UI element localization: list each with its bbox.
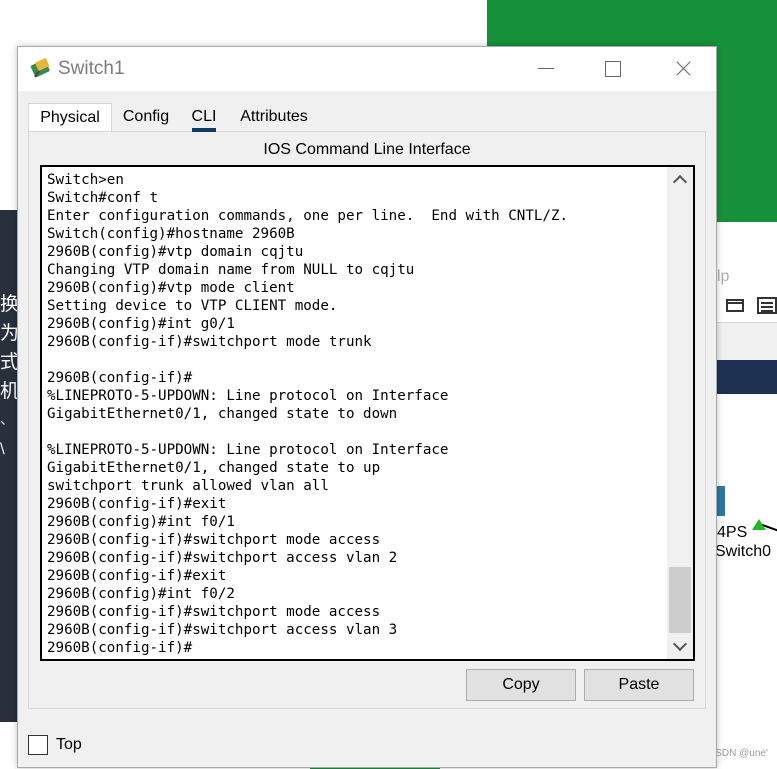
copy-button[interactable]: Copy: [466, 669, 576, 701]
sidebar-char: 式: [0, 351, 18, 373]
window-titlebar[interactable]: Switch1: [18, 47, 716, 91]
desktop-dark-sidebar: [0, 210, 18, 722]
cli-heading: IOS Command Line Interface: [263, 141, 471, 158]
switch-device-icon[interactable]: [717, 486, 725, 516]
terminal-line: 2960B(config-if)#switchport access vlan …: [47, 622, 398, 638]
terminal-line: Switch(config)#hostname 2960B: [47, 226, 295, 242]
minimize-button[interactable]: [521, 47, 567, 91]
desktop-sidebar-text: 换 为 式 机 、 \: [0, 290, 18, 464]
close-button[interactable]: [659, 47, 705, 91]
terminal-line: 2960B(config-if)#exit: [47, 496, 227, 512]
device-name-text: Switch0: [715, 543, 772, 560]
paste-button[interactable]: Paste: [584, 669, 694, 701]
window-title: Switch1: [58, 58, 125, 79]
packet-tracer-app-icon: [30, 58, 50, 78]
scroll-down-button[interactable]: [667, 635, 693, 659]
tab-label: Physical: [40, 109, 100, 126]
top-checkbox[interactable]: [28, 735, 48, 755]
terminal-line: Setting device to VTP CLIENT mode.: [47, 298, 338, 314]
terminal-line: Changing VTP domain name from NULL to cq…: [47, 262, 415, 278]
desktop-menu-fragment: lp: [717, 268, 730, 285]
scroll-up-button[interactable]: [667, 167, 693, 191]
terminal-line: 2960B(config-if)#: [47, 370, 193, 386]
terminal-line: 2960B(config)#int f0/2: [47, 586, 235, 602]
sidebar-char: 为: [0, 322, 18, 344]
sidebar-char: \: [0, 441, 5, 457]
tab-label: Attributes: [240, 108, 308, 125]
sidebar-char: 、: [0, 412, 14, 428]
device-model-text: 4PS: [717, 524, 748, 541]
terminal-line: Switch#conf t: [47, 190, 159, 206]
terminal-line: 2960B(config-if)#exit: [47, 568, 227, 584]
tab-physical[interactable]: Physical: [28, 103, 112, 131]
terminal-line: 2960B(config)#int g0/1: [47, 316, 235, 332]
terminal-line: Enter configuration commands, one per li…: [47, 208, 569, 224]
terminal-line: %LINEPROTO-5-UPDOWN: Line protocol on In…: [47, 388, 449, 404]
chevron-up-icon: [672, 174, 688, 190]
switch0-device-label: 4PS Switch0: [715, 523, 772, 561]
terminal-line: 2960B(config)#vtp mode client: [47, 280, 295, 296]
tab-config[interactable]: Config: [116, 103, 176, 131]
terminal-line: 2960B(config-if)#switchport mode access: [47, 604, 381, 620]
scrollbar-thumb[interactable]: [669, 567, 691, 633]
top-checkbox-label: Top: [56, 736, 82, 753]
tab-label: CLI: [191, 106, 217, 132]
chevron-down-icon: [672, 636, 688, 652]
list-view-icon[interactable]: [757, 297, 777, 314]
terminal-line: 2960B(config-if)#switchport mode trunk: [47, 334, 372, 350]
terminal-line: GigabitEthernet0/1, changed state to up: [47, 460, 381, 476]
desktop-toolbar-strip: [717, 322, 777, 361]
terminal-line: 2960B(config)#vtp domain cqjtu: [47, 244, 304, 260]
tab-cli[interactable]: CLI: [180, 103, 228, 132]
terminal-line: GigabitEthernet0/1, changed state to dow…: [47, 406, 398, 422]
terminal-line: 2960B(config-if)#: [47, 640, 193, 656]
terminal-line: 2960B(config-if)#switchport access vlan …: [47, 550, 398, 566]
sidebar-char: 换: [0, 293, 18, 315]
terminal-line: switchport trunk allowed vlan all: [47, 478, 329, 494]
sidebar-char: 机: [0, 380, 18, 402]
tab-attributes[interactable]: Attributes: [232, 103, 316, 131]
terminal-line: %LINEPROTO-5-UPDOWN: Line protocol on In…: [47, 442, 449, 458]
terminal-output[interactable]: Switch>en Switch#conf t Enter configuratio…: [47, 171, 667, 657]
desktop-navy-bar: [717, 360, 777, 394]
terminal-line: 2960B(config-if)#switchport mode access: [47, 532, 381, 548]
switch1-window: Switch1 Physical Config CLI Attributes I…: [17, 46, 717, 768]
window-view-icon[interactable]: [726, 299, 744, 312]
tab-label: Config: [122, 108, 170, 125]
terminal-scrollbar[interactable]: [667, 167, 693, 659]
cli-terminal[interactable]: Switch>en Switch#conf t Enter configuratio…: [40, 165, 695, 661]
maximize-button[interactable]: [589, 47, 635, 91]
terminal-line: Switch>en: [47, 172, 124, 188]
terminal-line: 2960B(config)#int f0/1: [47, 514, 235, 530]
